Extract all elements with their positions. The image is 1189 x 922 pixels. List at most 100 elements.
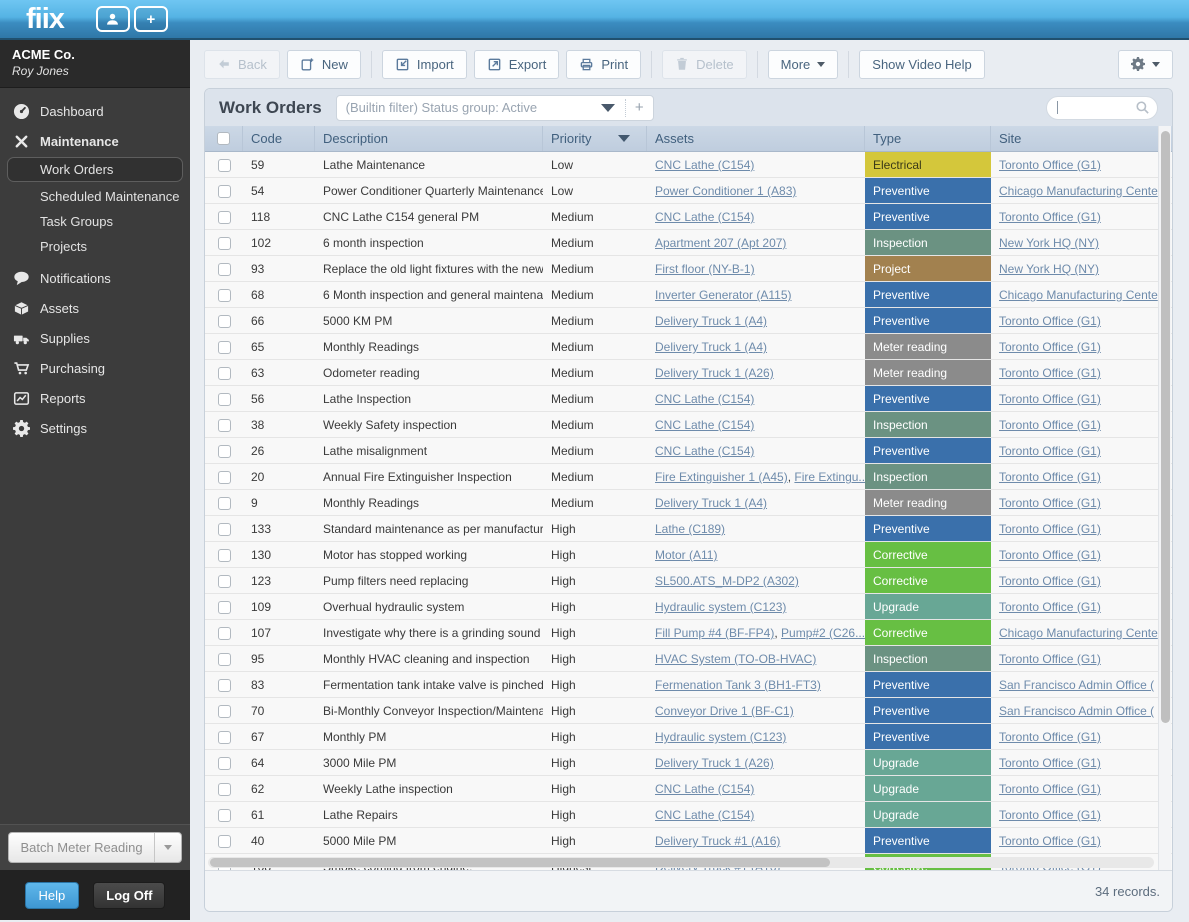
site-link[interactable]: San Francisco Admin Office (: [999, 704, 1154, 718]
asset-link[interactable]: Hydraulic system (C123): [655, 600, 786, 614]
site-link[interactable]: Toronto Office (G1): [999, 730, 1101, 744]
row-checkbox[interactable]: [218, 497, 231, 510]
row-checkbox[interactable]: [218, 289, 231, 302]
asset-link[interactable]: Delivery Truck 1 (A4): [655, 340, 767, 354]
batch-dropdown-toggle[interactable]: [154, 833, 181, 862]
row-checkbox[interactable]: [218, 783, 231, 796]
site-link[interactable]: San Francisco Admin Office (: [999, 678, 1154, 692]
asset-link[interactable]: Delivery Truck 1 (A26): [655, 366, 774, 380]
asset-link[interactable]: Power Conditioner 1 (A83): [655, 184, 796, 198]
row-checkbox[interactable]: [218, 835, 231, 848]
row-checkbox[interactable]: [218, 601, 231, 614]
row-checkbox[interactable]: [218, 575, 231, 588]
filter-dropdown[interactable]: (Builtin filter) Status group: Active +: [336, 95, 654, 121]
site-link[interactable]: Toronto Office (G1): [999, 314, 1101, 328]
table-row[interactable]: 62Weekly Lathe inspectionHighCNC Lathe (…: [205, 776, 1172, 802]
table-row[interactable]: 1026 month inspectionMediumApartment 207…: [205, 230, 1172, 256]
select-all-checkbox[interactable]: [217, 132, 230, 145]
site-link[interactable]: Toronto Office (G1): [999, 470, 1101, 484]
site-link[interactable]: Toronto Office (G1): [999, 444, 1101, 458]
row-checkbox[interactable]: [218, 627, 231, 640]
site-link[interactable]: Toronto Office (G1): [999, 210, 1101, 224]
table-row[interactable]: 130Motor has stopped workingHighMotor (A…: [205, 542, 1172, 568]
asset-link[interactable]: CNC Lathe (C154): [655, 210, 754, 224]
table-row[interactable]: 26Lathe misalignmentMediumCNC Lathe (C15…: [205, 438, 1172, 464]
asset-link[interactable]: SL500.ATS_M-DP2 (A302): [655, 574, 799, 588]
site-link[interactable]: Toronto Office (G1): [999, 418, 1101, 432]
asset-link[interactable]: Fermenation Tank 3 (BH1-FT3): [655, 678, 821, 692]
table-row[interactable]: 83Fermentation tank intake valve is pinc…: [205, 672, 1172, 698]
asset-link[interactable]: CNC Lathe (C154): [655, 782, 754, 796]
add-tab-button[interactable]: +: [134, 6, 168, 32]
user-account-button[interactable]: [96, 6, 130, 32]
sidebar-item-maintenance[interactable]: Maintenance: [0, 126, 190, 156]
asset-link[interactable]: CNC Lathe (C154): [655, 444, 754, 458]
site-link[interactable]: Toronto Office (G1): [999, 652, 1101, 666]
table-row[interactable]: 107Investigate why there is a grinding s…: [205, 620, 1172, 646]
table-row[interactable]: 59Lathe MaintenanceLowCNC Lathe (C154)El…: [205, 152, 1172, 178]
sidebar-item-assets[interactable]: Assets: [0, 293, 190, 323]
site-link[interactable]: Toronto Office (G1): [999, 392, 1101, 406]
more-button[interactable]: More: [768, 50, 839, 79]
help-button[interactable]: Help: [25, 882, 80, 909]
log-off-button[interactable]: Log Off: [93, 882, 165, 909]
site-link[interactable]: Toronto Office (G1): [999, 808, 1101, 822]
asset-link[interactable]: Fire Extinguisher 1 (A45): [655, 470, 788, 484]
sidebar-item-task-groups[interactable]: Task Groups: [0, 209, 190, 234]
asset-link[interactable]: Motor (A11): [655, 548, 717, 562]
table-row[interactable]: 38Weekly Safety inspectionMediumCNC Lath…: [205, 412, 1172, 438]
site-link[interactable]: Chicago Manufacturing Cente: [999, 626, 1158, 640]
column-header-assets[interactable]: Assets: [647, 126, 865, 151]
asset-link[interactable]: First floor (NY-B-1): [655, 262, 755, 276]
table-row[interactable]: 665000 KM PMMediumDelivery Truck 1 (A4)P…: [205, 308, 1172, 334]
table-row[interactable]: 54Power Conditioner Quarterly Maintenanc…: [205, 178, 1172, 204]
row-checkbox[interactable]: [218, 679, 231, 692]
table-row[interactable]: 56Lathe InspectionMediumCNC Lathe (C154)…: [205, 386, 1172, 412]
sidebar-item-purchasing[interactable]: Purchasing: [0, 353, 190, 383]
row-checkbox[interactable]: [218, 211, 231, 224]
site-link[interactable]: Toronto Office (G1): [999, 158, 1101, 172]
asset-link[interactable]: Delivery Truck 1 (A4): [655, 496, 767, 510]
table-row[interactable]: 109Overhual hydraulic systemHighHydrauli…: [205, 594, 1172, 620]
asset-link[interactable]: Delivery Truck #1 (A16): [655, 834, 780, 848]
table-row[interactable]: 65Monthly ReadingsMediumDelivery Truck 1…: [205, 334, 1172, 360]
column-header-description[interactable]: Description: [315, 126, 543, 151]
row-checkbox[interactable]: [218, 263, 231, 276]
site-link[interactable]: Toronto Office (G1): [999, 522, 1101, 536]
table-row[interactable]: 20Annual Fire Extinguisher InspectionMed…: [205, 464, 1172, 490]
row-checkbox[interactable]: [218, 809, 231, 822]
site-link[interactable]: Toronto Office (G1): [999, 756, 1101, 770]
column-header-code[interactable]: Code: [243, 126, 315, 151]
row-checkbox[interactable]: [218, 341, 231, 354]
table-row[interactable]: 123Pump filters need replacingHighSL500.…: [205, 568, 1172, 594]
site-link[interactable]: Toronto Office (G1): [999, 366, 1101, 380]
import-button[interactable]: Import: [382, 50, 467, 79]
row-checkbox[interactable]: [218, 159, 231, 172]
asset-link[interactable]: Apartment 207 (Apt 207): [655, 236, 786, 250]
sidebar-item-reports[interactable]: Reports: [0, 383, 190, 413]
table-row[interactable]: 61Lathe RepairsHighCNC Lathe (C154)Upgra…: [205, 802, 1172, 828]
export-button[interactable]: Export: [474, 50, 560, 79]
site-link[interactable]: Chicago Manufacturing Cente: [999, 288, 1158, 302]
delete-button[interactable]: Delete: [662, 50, 747, 79]
asset-link[interactable]: Hydraulic system (C123): [655, 730, 786, 744]
row-checkbox[interactable]: [218, 731, 231, 744]
site-link[interactable]: Toronto Office (G1): [999, 548, 1101, 562]
table-row[interactable]: 643000 Mile PMHighDelivery Truck 1 (A26)…: [205, 750, 1172, 776]
column-header-site[interactable]: Site: [991, 126, 1172, 151]
row-checkbox[interactable]: [218, 367, 231, 380]
table-row[interactable]: 405000 Mile PMHighDelivery Truck #1 (A16…: [205, 828, 1172, 854]
sidebar-item-work-orders[interactable]: Work Orders: [7, 157, 183, 182]
asset-link[interactable]: Fire Extingu...: [794, 470, 865, 484]
site-link[interactable]: New York HQ (NY): [999, 236, 1099, 250]
site-link[interactable]: Toronto Office (G1): [999, 782, 1101, 796]
row-checkbox[interactable]: [218, 705, 231, 718]
asset-link[interactable]: CNC Lathe (C154): [655, 808, 754, 822]
site-link[interactable]: Toronto Office (G1): [999, 496, 1101, 510]
row-checkbox[interactable]: [218, 393, 231, 406]
table-row[interactable]: 67Monthly PMHighHydraulic system (C123)P…: [205, 724, 1172, 750]
table-row[interactable]: 118CNC Lathe C154 general PMMediumCNC La…: [205, 204, 1172, 230]
row-checkbox[interactable]: [218, 523, 231, 536]
site-link[interactable]: Toronto Office (G1): [999, 600, 1101, 614]
asset-link[interactable]: Delivery Truck 1 (A4): [655, 314, 767, 328]
